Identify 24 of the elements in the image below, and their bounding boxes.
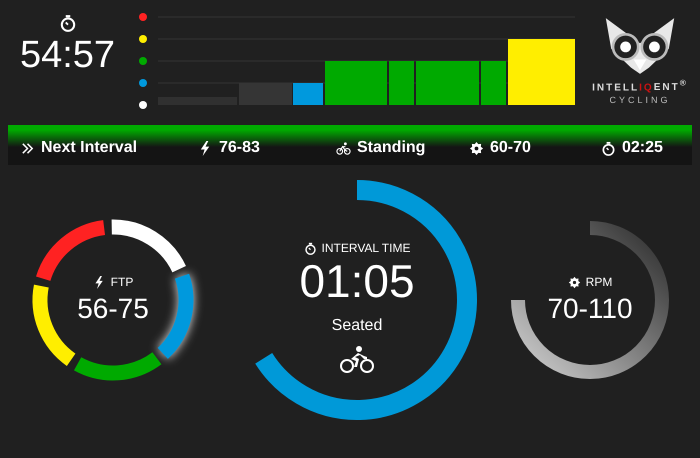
next-interval-label: Next Interval (41, 139, 138, 157)
power-range: 76-83 (219, 139, 260, 157)
rpm-range: 70-110 (547, 293, 633, 325)
gear-icon (568, 276, 581, 288)
ftp-label: FTP (110, 275, 134, 289)
elapsed-time: 54:57 (20, 34, 116, 76)
stopwatch-icon (58, 14, 76, 32)
ftp-range: 56-75 (77, 293, 149, 325)
double-chevron-icon (20, 140, 35, 156)
owl-logo-icon (604, 18, 676, 74)
rpm-label: RPM (586, 275, 612, 289)
interval-time: 01:05 (299, 255, 415, 307)
cyclist-icon (339, 345, 375, 373)
stopwatch-icon (304, 242, 317, 254)
position-text: Standing (357, 139, 426, 157)
cadence-range: 60-70 (490, 139, 531, 157)
gear-icon (469, 140, 484, 156)
bicycle-icon (336, 140, 351, 156)
stopwatch-icon (601, 140, 616, 156)
interval-duration: 02:25 (622, 139, 663, 157)
logo-tagline: CYCLING (609, 95, 670, 106)
position-text: Seated (332, 317, 382, 335)
logo-wordmark: INTELL IQ ENT$^{®}$ (592, 78, 688, 94)
interval-time-label: INTERVAL TIME (322, 241, 410, 255)
